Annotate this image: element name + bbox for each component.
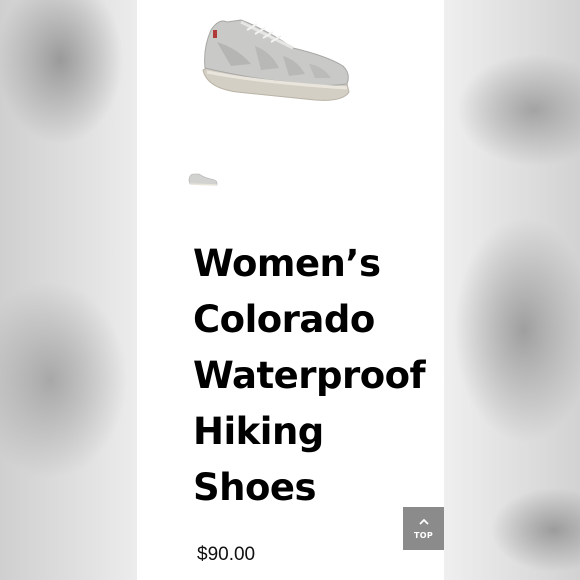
back-to-top-button[interactable]: TOP [403,507,444,550]
product-title-line: Colorado [193,298,375,341]
blurred-background-right [444,0,580,580]
product-main-image[interactable] [197,8,357,108]
blurred-background-left [0,0,137,580]
product-title-line: Hiking [193,410,324,453]
product-title-line: Waterproof [193,354,426,397]
product-title-line: Women’s [193,242,381,285]
back-to-top-label: TOP [413,531,434,540]
product-price: $90.00 [197,544,256,565]
product-title: Women’s Colorado Waterproof Hiking Shoes [193,236,443,516]
chevron-up-icon [418,517,429,528]
product-page: Women’s Colorado Waterproof Hiking Shoes… [137,0,444,580]
product-thumbnail[interactable] [187,170,219,188]
